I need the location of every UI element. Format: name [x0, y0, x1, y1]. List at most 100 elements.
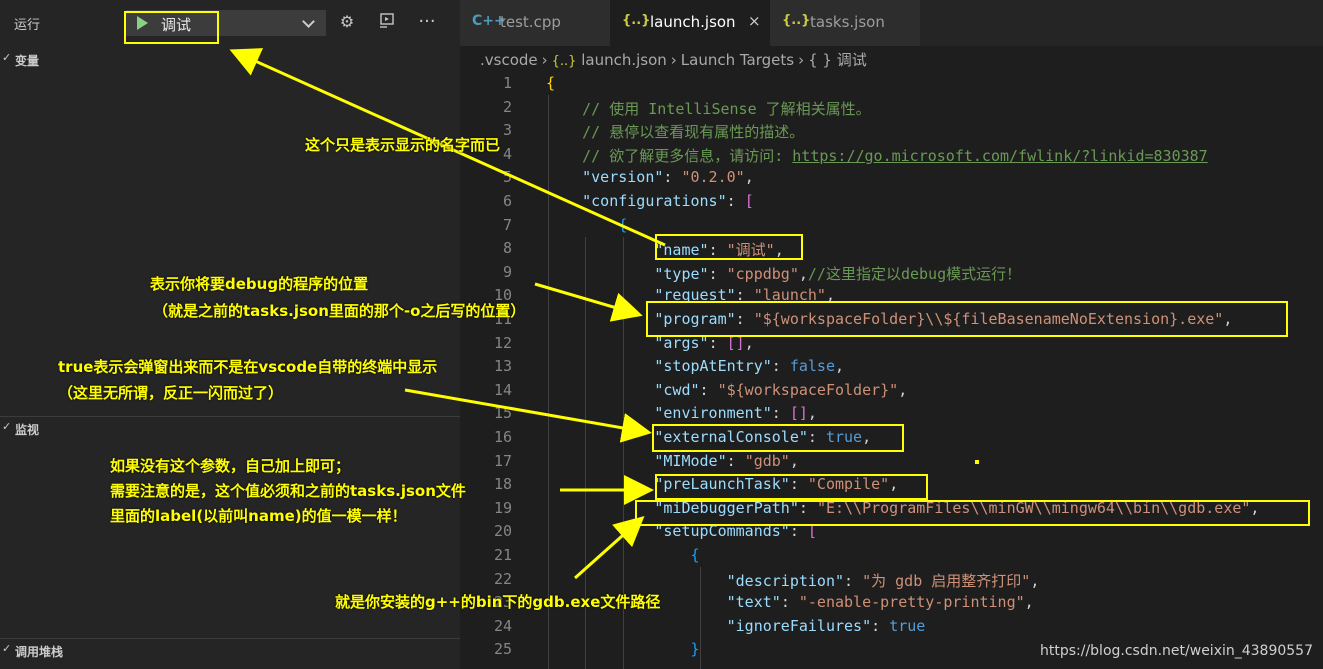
json-value: false [789, 357, 835, 376]
callstack-section-title: 调用堆栈 [15, 645, 64, 659]
code-comment: // 使用 IntelliSense 了解相关属性。 [582, 99, 871, 118]
code-comment: // 欲了解更多信息，请访问: [582, 146, 793, 165]
code-line: 3 // 悬停以查看现有属性的描述。 [460, 119, 1323, 143]
annotation-mark [975, 460, 979, 464]
json-key: "description" [726, 571, 845, 590]
line-number: 21 [493, 546, 512, 564]
annotation-note-console-1: true表示会弹窗出来而不是在vscode自带的终端中显示 [58, 358, 438, 376]
highlight-box-external-console [652, 424, 904, 452]
code-line: 24 "ignoreFailures": true [460, 615, 1323, 639]
annotation-note-debugger-path: 就是你安装的g++的bin下的gdb.exe文件路径 [335, 593, 661, 611]
breadcrumb-node[interactable]: 调试 [837, 51, 867, 69]
line-number: 17 [493, 451, 512, 470]
json-key: "configurations" [582, 192, 727, 210]
line-number: 15 [493, 404, 512, 423]
code-line: 2 // 使用 IntelliSense 了解相关属性。 [460, 96, 1323, 120]
line-number: 6 [502, 192, 512, 210]
line-number: 12 [493, 333, 512, 352]
breadcrumb-folder[interactable]: .vscode [480, 51, 538, 69]
tab-test-cpp[interactable]: C++ test.cpp [460, 0, 610, 46]
json-value: true [889, 616, 926, 635]
watermark: https://blog.csdn.net/weixin_43890557 [1039, 643, 1313, 659]
line-number: 9 [502, 262, 512, 281]
variables-section-header[interactable]: ✓ 变量 [0, 48, 460, 72]
highlight-box-name [655, 234, 803, 260]
line-number: 1 [502, 74, 512, 92]
json-key: "stopAtEntry" [654, 357, 772, 376]
highlight-box-debugger-path [635, 500, 1310, 526]
highlight-box-config-name [124, 11, 219, 44]
run-view-title: 运行 [14, 18, 41, 33]
code-line: 8 "name": "调试", [460, 237, 1323, 261]
line-number: 2 [502, 97, 512, 116]
line-number: 24 [493, 616, 512, 635]
highlight-box-program [646, 301, 1288, 337]
json-key: "cwd" [654, 380, 700, 399]
more-actions-icon[interactable]: ··· [417, 12, 437, 32]
json-value: "0.2.0" [681, 168, 745, 187]
json-key: "environment" [654, 404, 772, 423]
chevron-right-icon: › [670, 51, 677, 69]
line-number: 16 [493, 428, 512, 446]
json-key: "MIMode" [654, 451, 727, 470]
chevron-down-icon[interactable] [302, 15, 315, 28]
line-number: 20 [493, 522, 512, 541]
code-line: 1{ [460, 72, 1323, 96]
line-number: 7 [502, 215, 512, 234]
code-comment: // 悬停以查看现有属性的描述。 [582, 123, 805, 142]
line-number: 19 [493, 498, 512, 517]
annotation-note-prelaunch-2: 需要注意的是，这个值必须和之前的tasks.json文件 [110, 482, 466, 500]
chevron-right-icon: › [541, 51, 548, 69]
line-number: 18 [493, 475, 512, 494]
annotation-note-prelaunch-3: 里面的label(以前叫name)的值一模一样！ [110, 507, 407, 525]
debug-sidebar: 运行 调试 ⚙ ··· ✓ 变量 ✓ 监视 ✓ 调用堆栈 [0, 0, 460, 669]
json-value: "-enable-pretty-printing" [798, 593, 1025, 612]
annotation-note-program-1: 表示你将要debug的程序的位置 [150, 275, 369, 293]
callstack-section-header[interactable]: ✓ 调用堆栈 [0, 638, 460, 662]
breadcrumb-node[interactable]: Launch Targets [681, 51, 794, 69]
editor-tab-bar: C++ test.cpp {..} launch.json × {..} tas… [460, 0, 1323, 46]
line-number: 5 [502, 168, 512, 187]
code-line: 5 "version": "0.2.0", [460, 166, 1323, 190]
json-key: "text" [726, 593, 781, 612]
json-value: "gdb" [744, 451, 790, 470]
highlight-box-prelaunch [655, 474, 928, 500]
json-file-icon: {..} [782, 13, 811, 28]
variables-section-title: 变量 [15, 54, 40, 68]
code-line: 9 "type": "cppdbg",//这里指定以debug模式运行！ [460, 261, 1323, 285]
code-comment: //这里指定以debug模式运行！ [807, 264, 1022, 283]
code-line: 21 { [460, 544, 1323, 568]
line-number: 8 [502, 239, 512, 258]
json-key: "type" [654, 264, 709, 283]
code-link[interactable]: https://go.microsoft.com/fwlink/?linkid=… [792, 147, 1207, 165]
line-number: 14 [493, 380, 512, 399]
tab-label: launch.json [650, 13, 736, 31]
annotation-note-name: 这个只是表示显示的名字而已 [305, 136, 501, 154]
tab-label: tasks.json [810, 13, 885, 31]
line-number: 22 [493, 569, 512, 588]
json-value: "cppdbg" [726, 264, 799, 283]
code-line: 15 "environment": [], [460, 402, 1323, 426]
tab-launch-json[interactable]: {..} launch.json × [610, 0, 770, 46]
json-key: "ignoreFailures" [726, 616, 872, 635]
line-number: 25 [493, 640, 512, 659]
gear-icon[interactable]: ⚙ [337, 12, 357, 32]
tab-tasks-json[interactable]: {..} tasks.json [770, 0, 920, 46]
json-value: "${workspaceFolder}" [717, 380, 899, 399]
code-line: 4 // 欲了解更多信息，请访问: https://go.microsoft.c… [460, 143, 1323, 167]
breadcrumb: .vscode › {..} launch.json › Launch Targets ›… [480, 49, 867, 70]
debug-console-icon[interactable] [377, 12, 397, 32]
json-key: "version" [582, 168, 664, 187]
watch-section-header[interactable]: ✓ 监视 [0, 416, 460, 440]
chevron-down-icon: ✓ [2, 420, 12, 433]
json-value: "为 gdb 启用整齐打印" [862, 571, 1031, 590]
json-file-icon: {..} [622, 13, 651, 28]
code-line: 13 "stopAtEntry": false, [460, 355, 1323, 379]
close-icon[interactable]: × [748, 12, 761, 30]
code-line: 17 "MIMode": "gdb", [460, 450, 1323, 474]
watch-section-title: 监视 [15, 423, 40, 437]
code-line: 22 "description": "为 gdb 启用整齐打印", [460, 568, 1323, 592]
breadcrumb-file[interactable]: launch.json [581, 51, 667, 69]
chevron-down-icon: ✓ [2, 51, 12, 64]
code-line: 14 "cwd": "${workspaceFolder}", [460, 379, 1323, 403]
